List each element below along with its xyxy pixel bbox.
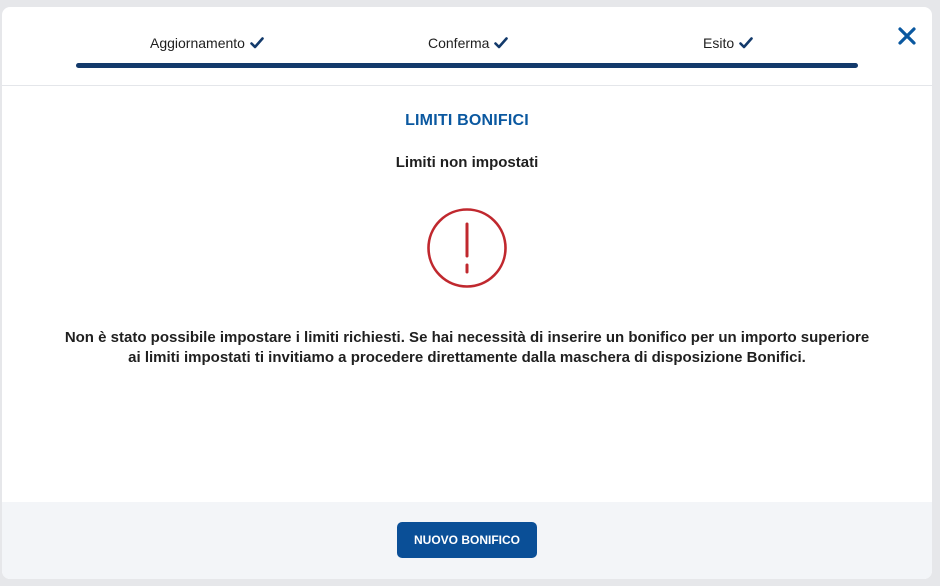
exclamation-circle-icon	[427, 208, 507, 288]
page-title: LIMITI BONIFICI	[405, 112, 529, 129]
new-transfer-button[interactable]: NUOVO BONIFICO	[397, 522, 537, 558]
check-icon	[250, 37, 264, 49]
wizard-progress-bar	[76, 63, 858, 68]
check-icon	[739, 37, 753, 49]
header-divider	[2, 85, 932, 86]
modal-footer: NUOVO BONIFICO	[2, 502, 932, 579]
status-subtitle: Limiti non impostati	[395, 154, 539, 171]
step-label: Conferma	[428, 35, 490, 51]
check-icon	[494, 37, 509, 49]
step-esito: Esito	[703, 35, 753, 51]
wizard-steps: Aggiornamento Conferma Esito	[76, 33, 858, 73]
step-label: Aggiornamento	[150, 35, 245, 51]
step-aggiornamento: Aggiornamento	[150, 35, 264, 51]
step-label: Esito	[703, 35, 735, 51]
close-button[interactable]	[896, 25, 918, 47]
error-message: Non è stato possibile impostare i limiti…	[64, 329, 870, 366]
result-modal: Aggiornamento Conferma Esito LIMITI BONI…	[2, 7, 932, 579]
step-conferma: Conferma	[428, 35, 509, 51]
close-icon	[898, 27, 916, 45]
